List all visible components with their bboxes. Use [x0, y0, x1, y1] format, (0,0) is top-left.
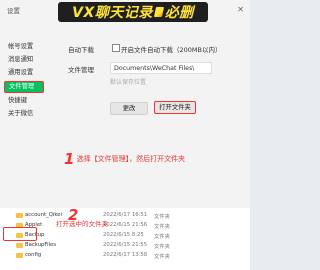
file-type: 文件夹	[154, 214, 170, 220]
sidebar: 帐号设置 消息通知 通用设置 文件管理 快捷键 关于微信	[0, 24, 45, 208]
sidebar-item-file-management[interactable]: 文件管理	[4, 81, 44, 93]
file-row[interactable]: Applet 2022/6/15 21:56 文件夹	[0, 222, 250, 230]
pencil-icon	[153, 7, 164, 17]
file-mgmt-label: 文件管理	[68, 66, 94, 74]
title-banner: VX聊天记录 必删	[58, 2, 208, 22]
folder-icon	[16, 213, 23, 218]
change-button[interactable]: 更改	[110, 102, 148, 115]
titlebar: 设置 VX聊天记录 必删 ✕	[0, 0, 250, 22]
auto-download-checkbox[interactable]	[112, 44, 120, 52]
step2-annotation: 2 打开选中的文件夹	[56, 206, 108, 228]
file-row[interactable]: BackupFiles 2022/6/15 21:55 文件夹	[0, 242, 250, 250]
sidebar-item-general[interactable]: 通用设置	[4, 67, 44, 79]
file-name: BackupFiles	[25, 242, 57, 248]
settings-window: 设置 VX聊天记录 必删 ✕ 帐号设置 消息通知 通用设置 文件管理 快捷键 关…	[0, 0, 250, 209]
file-type: 文件夹	[154, 244, 170, 250]
close-icon[interactable]: ✕	[237, 5, 244, 14]
folder-icon	[16, 253, 23, 258]
file-type: 文件夹	[154, 234, 170, 240]
file-type: 文件夹	[154, 254, 170, 260]
open-folder-button[interactable]: 打开文件夹	[154, 101, 196, 114]
banner-suffix: 必删	[164, 5, 194, 21]
path-field: Documents\WeChat Files\	[110, 62, 212, 74]
auto-download-label: 自动下载	[68, 46, 94, 54]
file-explorer: account_Qikei 2022/6/17 16:51 文件夹 Applet…	[0, 208, 250, 270]
sidebar-item-about[interactable]: 关于微信	[4, 108, 44, 120]
selected-folder-highlight	[3, 227, 37, 241]
step1-text: 选择【文件管理】，然后打开文件夹	[76, 155, 186, 163]
sidebar-item-shortcuts[interactable]: 快捷键	[4, 95, 44, 107]
file-name: config	[25, 252, 42, 258]
file-row[interactable]: Backup 2022/6/15 8:25 文件夹	[0, 232, 250, 240]
file-type: 文件夹	[154, 224, 170, 230]
step1-annotation: 1 选择【文件管理】，然后打开文件夹	[64, 150, 185, 168]
sidebar-item-account[interactable]: 帐号设置	[4, 41, 44, 53]
file-date: 2022/6/17 13:58	[103, 252, 148, 258]
banner-text: VX聊天记录	[72, 5, 153, 21]
step2-text: 打开选中的文件夹	[56, 220, 108, 228]
file-date: 2022/6/15 21:55	[103, 242, 148, 248]
file-date: 2022/6/15 8:25	[103, 232, 144, 238]
step1-number: 1	[64, 150, 75, 168]
window-title: 设置	[7, 7, 20, 15]
step2-number: 2	[68, 206, 79, 224]
file-date: 2022/6/17 16:51	[103, 212, 148, 218]
file-row[interactable]: account_Qikei 2022/6/17 16:51 文件夹	[0, 212, 250, 220]
file-row[interactable]: config 2022/6/17 13:58 文件夹	[0, 252, 250, 260]
sidebar-item-notifications[interactable]: 消息通知	[4, 54, 44, 66]
folder-icon	[16, 243, 23, 248]
path-hint: 默认保存位置	[110, 79, 147, 86]
settings-content: 自动下载 开启文件自动下载（200MB以内） 文件管理 Documents\We…	[68, 40, 248, 200]
auto-download-option: 开启文件自动下载（200MB以内）	[121, 46, 222, 54]
file-date: 2022/6/15 21:56	[103, 222, 148, 228]
